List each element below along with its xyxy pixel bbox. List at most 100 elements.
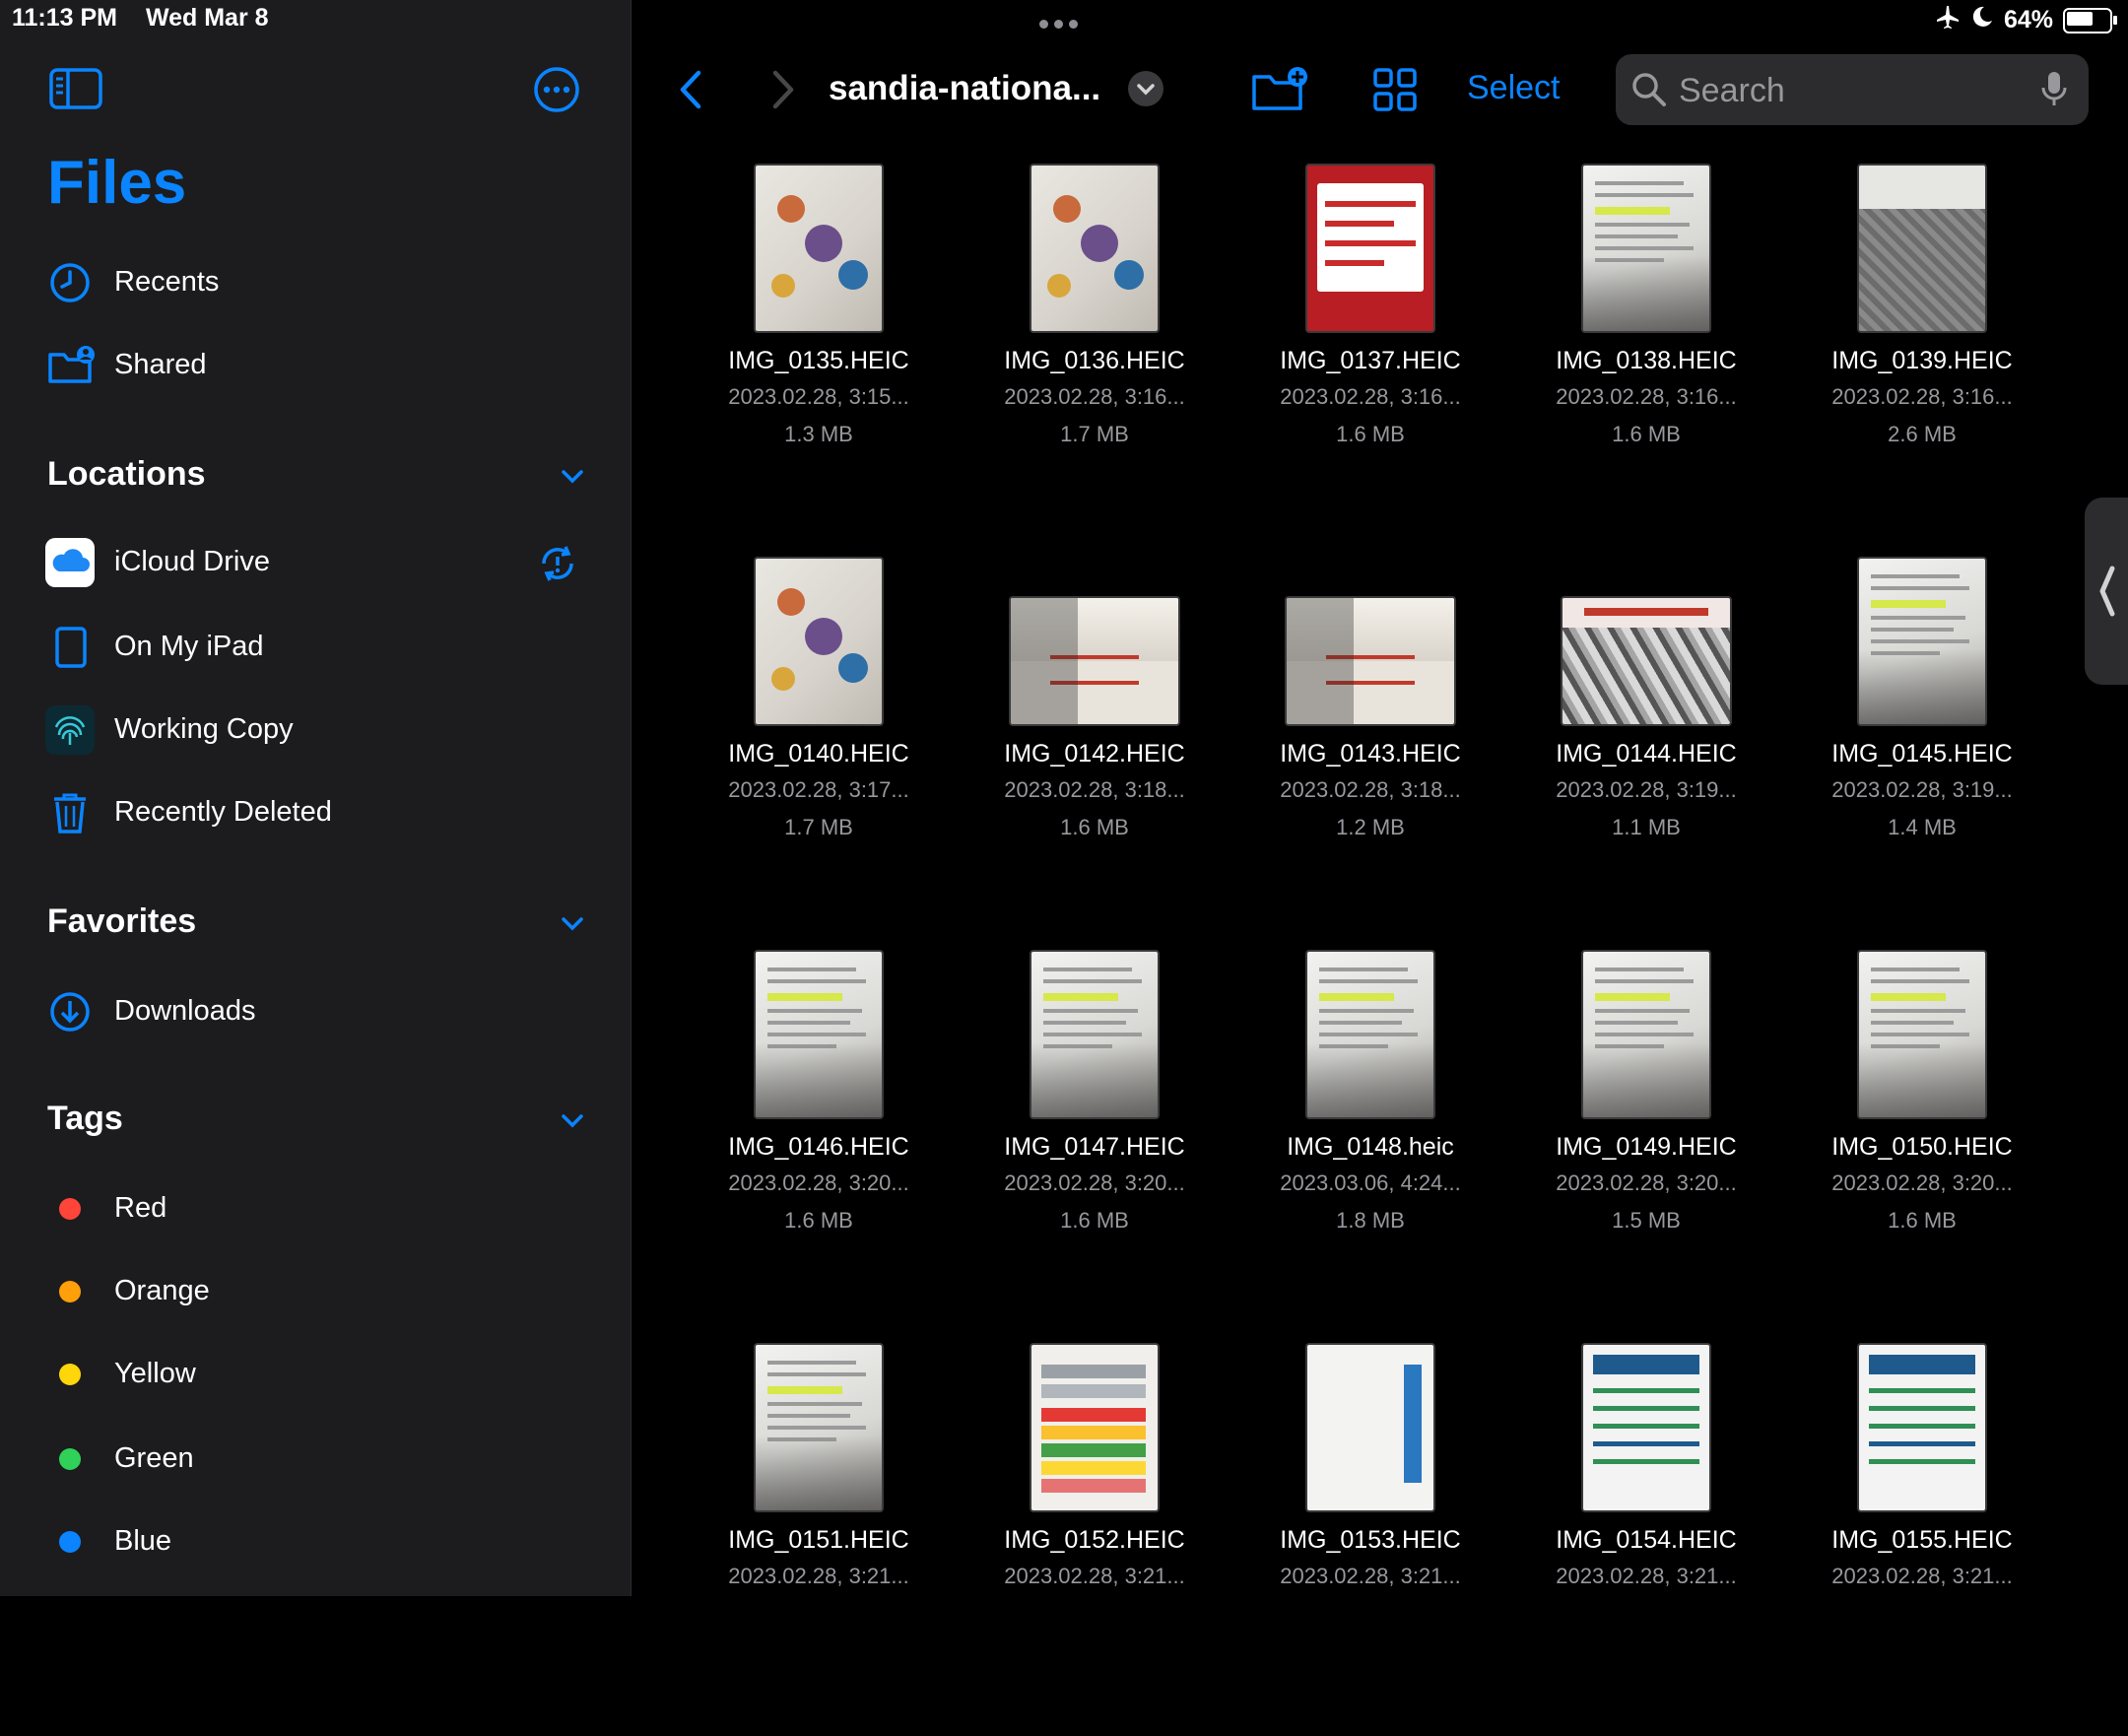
file-item[interactable]: IMG_0137.HEIC 2023.02.28, 3:16... 1.6 MB: [1232, 164, 1508, 557]
file-thumbnail-frame: [1784, 950, 2060, 1119]
file-name: IMG_0143.HEIC: [1280, 740, 1461, 768]
file-thumbnail-frame: [1784, 557, 2060, 726]
file-item[interactable]: IMG_0153.HEIC 2023.02.28, 3:21...: [1232, 1343, 1508, 1736]
locations-heading: Locations: [47, 455, 206, 493]
sidebar-toggle-icon[interactable]: [49, 67, 102, 110]
file-name: IMG_0151.HEIC: [728, 1526, 909, 1554]
back-chevron-icon[interactable]: [671, 65, 710, 114]
sidebar-item-recently-deleted[interactable]: Recently Deleted: [0, 778, 631, 847]
file-size: 1.6 MB: [1060, 815, 1129, 839]
sidebar-item-label: Yellow: [114, 1358, 196, 1389]
slide-over-handle[interactable]: [2085, 498, 2128, 685]
file-item[interactable]: IMG_0147.HEIC 2023.02.28, 3:20... 1.6 MB: [957, 950, 1232, 1343]
file-size: 1.4 MB: [1888, 815, 1957, 839]
sidebar-item-label: Red: [114, 1192, 167, 1224]
tag-color-dot-icon: [59, 1198, 81, 1220]
file-date: 2023.02.28, 3:18...: [1280, 777, 1461, 802]
file-name: IMG_0138.HEIC: [1556, 347, 1737, 374]
sidebar-tag-green[interactable]: Green: [0, 1425, 631, 1494]
file-date: 2023.02.28, 3:16...: [1556, 384, 1737, 409]
file-size: 1.6 MB: [1336, 422, 1405, 446]
file-thumbnail-frame: [1232, 557, 1508, 726]
battery-icon: [2063, 7, 2117, 33]
sidebar-item-icloud-drive[interactable]: iCloud Drive: [0, 528, 631, 597]
more-options-icon[interactable]: [532, 65, 581, 114]
file-item[interactable]: IMG_0149.HEIC 2023.02.28, 3:20... 1.5 MB: [1508, 950, 1784, 1343]
sidebar-item-shared[interactable]: Shared: [0, 331, 631, 400]
file-size: 1.8 MB: [1336, 1208, 1405, 1233]
battery-percentage: 64%: [2003, 6, 2053, 33]
airplane-mode-icon: [1935, 4, 1961, 36]
sidebar-item-label: Recents: [114, 266, 220, 298]
file-thumbnail: [1561, 596, 1732, 726]
search-input[interactable]: [1677, 66, 2016, 115]
file-name: IMG_0147.HEIC: [1004, 1133, 1185, 1161]
title-menu-chevron-icon[interactable]: [1128, 71, 1164, 106]
file-size: 1.1 MB: [1612, 815, 1681, 839]
file-item[interactable]: IMG_0140.HEIC 2023.02.28, 3:17... 1.7 MB: [681, 557, 957, 950]
file-thumbnail-frame: [681, 164, 957, 333]
file-item[interactable]: IMG_0155.HEIC 2023.02.28, 3:21...: [1784, 1343, 2060, 1736]
favorites-heading: Favorites: [47, 902, 197, 940]
sidebar-tag-orange[interactable]: Orange: [0, 1257, 631, 1326]
select-button[interactable]: Select: [1467, 69, 1561, 107]
search-field[interactable]: [1616, 54, 2089, 125]
sidebar-item-downloads[interactable]: Downloads: [0, 977, 631, 1046]
sidebar-item-working-copy[interactable]: Working Copy: [0, 696, 631, 765]
file-item[interactable]: IMG_0150.HEIC 2023.02.28, 3:20... 1.6 MB: [1784, 950, 2060, 1343]
file-item[interactable]: IMG_0148.heic 2023.03.06, 4:24... 1.8 MB: [1232, 950, 1508, 1343]
sidebar-tag-blue[interactable]: Blue: [0, 1507, 631, 1576]
file-size: 1.7 MB: [1060, 422, 1129, 446]
locations-collapse-chevron-icon[interactable]: [558, 461, 587, 491]
file-thumbnail-frame: [957, 950, 1232, 1119]
microphone-icon[interactable]: [2039, 70, 2069, 109]
file-item[interactable]: IMG_0139.HEIC 2023.02.28, 3:16... 2.6 MB: [1784, 164, 2060, 557]
file-name: IMG_0135.HEIC: [728, 347, 909, 374]
new-folder-icon[interactable]: [1250, 65, 1311, 114]
sidebar-title: Files: [47, 149, 187, 217]
file-date: 2023.02.28, 3:17...: [728, 777, 909, 802]
file-date: 2023.02.28, 3:18...: [1004, 777, 1185, 802]
file-thumbnail: [1581, 164, 1711, 333]
file-item[interactable]: IMG_0142.HEIC 2023.02.28, 3:18... 1.6 MB: [957, 557, 1232, 950]
file-thumbnail: [1857, 950, 1987, 1119]
file-name: IMG_0146.HEIC: [728, 1133, 909, 1161]
file-date: 2023.02.28, 3:21...: [1556, 1564, 1737, 1588]
sync-warning-icon[interactable]: [536, 542, 579, 585]
file-item[interactable]: IMG_0136.HEIC 2023.02.28, 3:16... 1.7 MB: [957, 164, 1232, 557]
sidebar-item-on-my-ipad[interactable]: On My iPad: [0, 613, 631, 682]
file-item[interactable]: IMG_0138.HEIC 2023.02.28, 3:16... 1.6 MB: [1508, 164, 1784, 557]
sidebar-tag-red[interactable]: Red: [0, 1174, 631, 1243]
tags-collapse-chevron-icon[interactable]: [558, 1105, 587, 1135]
sidebar-item-label: Downloads: [114, 995, 256, 1027]
file-thumbnail-frame: [1508, 950, 1784, 1119]
file-item[interactable]: IMG_0135.HEIC 2023.02.28, 3:15... 1.3 MB: [681, 164, 957, 557]
multitasking-dots-icon[interactable]: [1039, 16, 1084, 33]
forward-chevron-icon[interactable]: [764, 65, 803, 114]
file-name: IMG_0148.heic: [1287, 1133, 1454, 1161]
file-thumbnail: [754, 1343, 884, 1512]
file-item[interactable]: IMG_0154.HEIC 2023.02.28, 3:21...: [1508, 1343, 1784, 1736]
file-date: 2023.02.28, 3:16...: [1831, 384, 2013, 409]
grid-view-icon[interactable]: [1372, 67, 1418, 112]
file-item[interactable]: IMG_0145.HEIC 2023.02.28, 3:19... 1.4 MB: [1784, 557, 2060, 950]
file-item[interactable]: IMG_0152.HEIC 2023.02.28, 3:21...: [957, 1343, 1232, 1736]
trash-icon: [47, 790, 93, 835]
file-thumbnail-frame: [1784, 164, 2060, 333]
file-date: 2023.03.06, 4:24...: [1280, 1170, 1461, 1195]
file-name: IMG_0145.HEIC: [1831, 740, 2013, 768]
file-item[interactable]: IMG_0144.HEIC 2023.02.28, 3:19... 1.1 MB: [1508, 557, 1784, 950]
sidebar-tag-yellow[interactable]: Yellow: [0, 1340, 631, 1409]
file-item[interactable]: IMG_0146.HEIC 2023.02.28, 3:20... 1.6 MB: [681, 950, 957, 1343]
file-thumbnail: [1030, 164, 1160, 333]
sidebar-item-recents[interactable]: Recents: [0, 248, 631, 317]
folder-title[interactable]: sandia-nationa...: [829, 69, 1100, 108]
file-name: IMG_0152.HEIC: [1004, 1526, 1185, 1554]
file-thumbnail-frame: [681, 1343, 957, 1512]
tag-color-dot-icon: [59, 1531, 81, 1553]
status-indicators: 64%: [1935, 4, 2117, 36]
file-item[interactable]: IMG_0151.HEIC 2023.02.28, 3:21...: [681, 1343, 957, 1736]
favorites-collapse-chevron-icon[interactable]: [558, 908, 587, 938]
file-thumbnail: [754, 950, 884, 1119]
file-item[interactable]: IMG_0143.HEIC 2023.02.28, 3:18... 1.2 MB: [1232, 557, 1508, 950]
